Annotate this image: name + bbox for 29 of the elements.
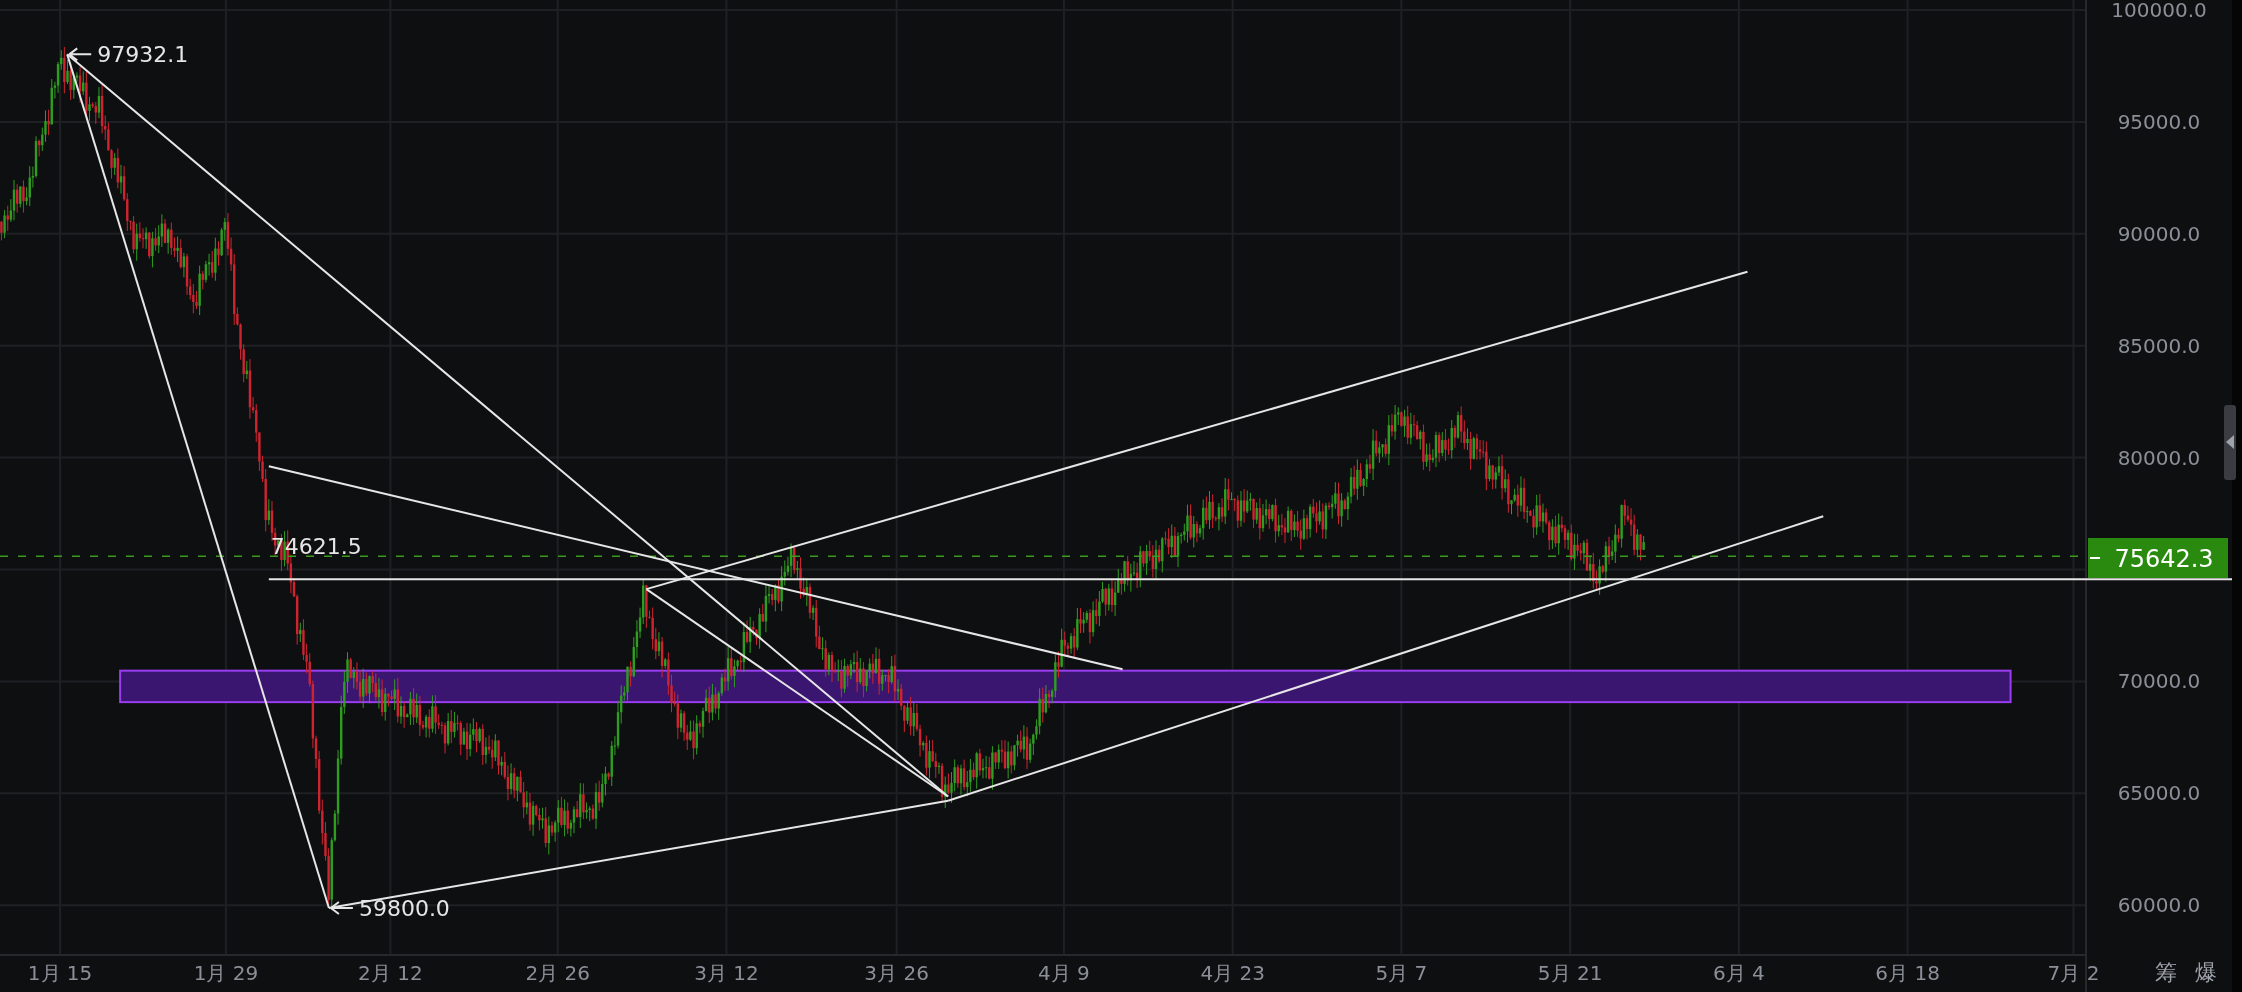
price-axis-label: 80000.0 — [2117, 445, 2201, 470]
time-axis-label: 4月 23 — [1200, 961, 1265, 985]
time-axis-label: 1月 15 — [27, 961, 93, 985]
time-axis-label: 1月 29 — [193, 961, 259, 985]
toolbar-button[interactable]: 筹 — [2155, 960, 2177, 985]
time-axis-label: 3月 12 — [694, 961, 759, 985]
time-axis-label: 2月 12 — [358, 961, 423, 985]
time-axis-label: 5月 7 — [1375, 961, 1428, 985]
price-annotation: 59800.0 — [358, 896, 450, 922]
collapse-handle[interactable] — [2224, 405, 2236, 480]
price-annotation: 97932.1 — [97, 42, 189, 68]
time-axis-label: 2月 26 — [525, 961, 590, 985]
toolbar-button[interactable]: 爆 — [2195, 960, 2217, 985]
last-price-badge: 75642.3 — [2088, 538, 2228, 578]
time-axis-label: 6月 4 — [1712, 961, 1765, 985]
price-axis-label: 60000.0 — [2117, 893, 2201, 918]
price-axis-label: 95000.0 — [2117, 109, 2201, 134]
time-axis-label: 4月 9 — [1038, 961, 1090, 985]
time-axis-label: 5月 21 — [1537, 961, 1603, 985]
price-axis-label: 65000.0 — [2117, 781, 2201, 806]
price-axis-label: 90000.0 — [2117, 221, 2201, 246]
price-axis-label: 85000.0 — [2117, 333, 2201, 358]
price-axis-label: 100000.0 — [2111, 0, 2207, 22]
arrow-icon — [329, 901, 354, 916]
price-axis-label: 70000.0 — [2117, 669, 2201, 694]
time-axis-label: 3月 26 — [864, 961, 929, 985]
time-axis-label: 6月 18 — [1875, 961, 1940, 985]
arrow-icon — [68, 47, 93, 62]
time-axis-label: 7月 2 — [2047, 961, 2100, 985]
